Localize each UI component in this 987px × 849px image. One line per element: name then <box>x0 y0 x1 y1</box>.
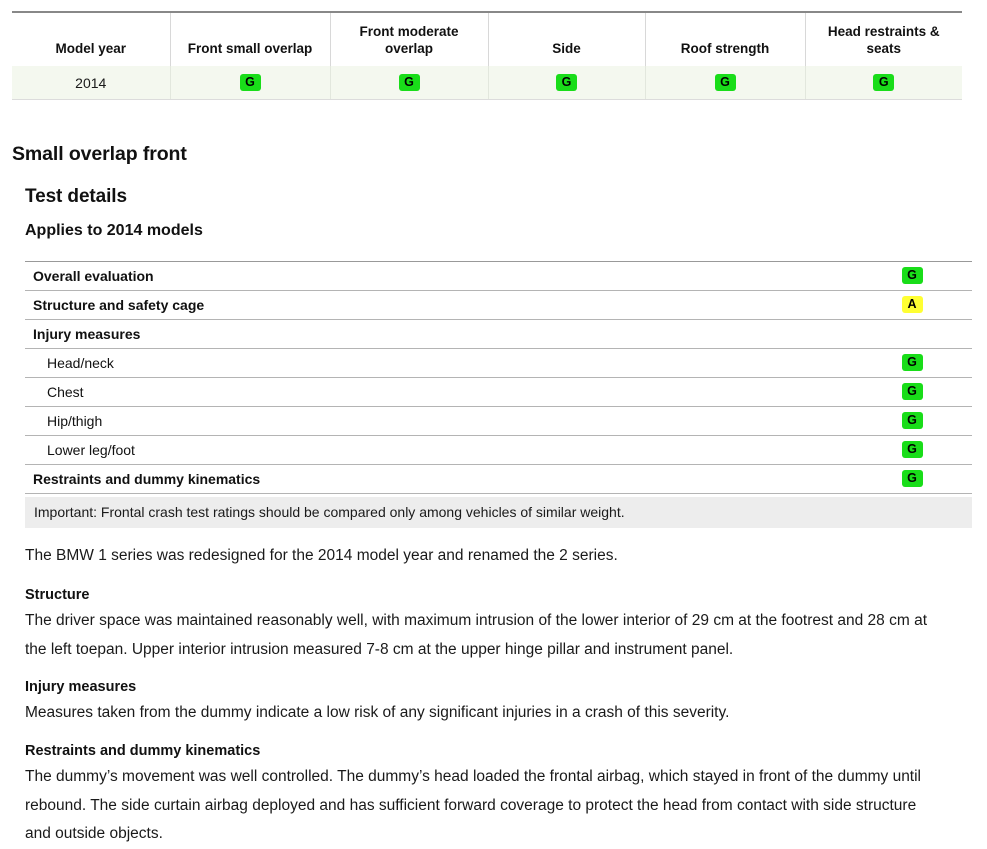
detail-row-label: Head/neck <box>25 348 852 378</box>
cell-side: G <box>487 66 645 100</box>
detail-row-label: Structure and safety cage <box>25 290 852 320</box>
summary-header-row: Model year Front small overlap Front mod… <box>12 12 962 66</box>
important-note: Important: Frontal crash test ratings sh… <box>25 497 972 528</box>
test-details-body: Overall evaluation G Structure and safety … <box>25 261 972 494</box>
table-row: Injury measures <box>25 319 972 349</box>
detail-row-label: Restraints and dummy kinematics <box>25 464 852 494</box>
table-row: Overall evaluation G <box>25 261 972 291</box>
restraints-heading: Restraints and dummy kinematics <box>25 743 261 759</box>
cell-model-year: 2014 <box>12 66 170 100</box>
cell-head-restraints-seats: G <box>804 66 962 100</box>
rating-badge: A <box>901 296 923 314</box>
cell-front-small-overlap: G <box>169 66 330 100</box>
rating-badge-roof-strength: G <box>714 74 736 92</box>
table-row: Hip/thigh G <box>25 406 972 436</box>
rating-badge: G <box>901 470 923 488</box>
detail-row-label: Chest <box>25 377 852 407</box>
restraints-block: Restraints and dummy kinematics The dumm… <box>25 739 945 849</box>
structure-block: Structure The driver space was maintaine… <box>25 583 945 664</box>
structure-paragraph: The driver space was maintained reasonab… <box>25 612 927 658</box>
injury-measures-heading: Injury measures <box>25 679 137 695</box>
column-header-side: Side <box>487 12 645 66</box>
detail-row-label: Hip/thigh <box>25 406 852 436</box>
table-row: Lower leg/foot G <box>25 435 972 465</box>
detail-row-rating-cell <box>852 319 972 349</box>
summary-ratings-table: Model year Front small overlap Front mod… <box>12 11 962 100</box>
rating-badge-front-moderate-overlap: G <box>398 74 420 92</box>
detail-row-rating-cell: G <box>852 261 972 291</box>
applies-to-label: Applies to 2014 models <box>25 222 203 239</box>
detail-row-rating-cell: G <box>852 435 972 465</box>
intro-block: The BMW 1 series was redesigned for the … <box>25 542 945 571</box>
detail-row-rating-cell: G <box>852 406 972 436</box>
detail-row-rating-cell: G <box>852 348 972 378</box>
column-header-front-moderate-overlap: Front moderate overlap <box>329 12 488 66</box>
detail-row-label: Overall evaluation <box>25 261 852 291</box>
subsection-title: Test details <box>25 186 127 207</box>
rating-badge-side: G <box>556 74 577 92</box>
column-header-head-restraints-seats: Head restraints & seats <box>804 12 962 66</box>
column-header-roof-strength: Roof strength <box>644 12 805 66</box>
detail-row-rating-cell: A <box>852 290 972 320</box>
rating-badge: G <box>901 441 923 459</box>
table-row: Structure and safety cage A <box>25 290 972 320</box>
detail-row-rating-cell: G <box>852 377 972 407</box>
detail-row-rating-cell: G <box>852 464 972 494</box>
crash-test-ratings-page: Model year Front small overlap Front mod… <box>0 0 987 849</box>
rating-badge: G <box>901 267 923 285</box>
test-details-table: Overall evaluation G Structure and safety … <box>25 261 972 494</box>
column-header-front-small-overlap: Front small overlap <box>169 12 330 66</box>
rating-badge: G <box>901 354 923 372</box>
table-row: Chest G <box>25 377 972 407</box>
detail-row-label: Injury measures <box>25 319 852 349</box>
rating-badge: G <box>901 383 923 401</box>
injury-measures-block: Injury measures Measures taken from the … <box>25 675 945 728</box>
rating-badge: G <box>901 412 923 430</box>
intro-paragraph: The BMW 1 series was redesigned for the … <box>25 547 618 564</box>
structure-heading: Structure <box>25 587 90 603</box>
injury-measures-paragraph: Measures taken from the dummy indicate a… <box>25 704 730 721</box>
page-title: Small overlap front <box>12 143 187 165</box>
cell-roof-strength: G <box>644 66 805 100</box>
rating-badge-head-restraints-seats: G <box>873 74 895 92</box>
cell-front-moderate-overlap: G <box>329 66 488 100</box>
table-row: Head/neck G <box>25 348 972 378</box>
restraints-paragraph: The dummy’s movement was well controlled… <box>25 768 922 842</box>
table-row: Restraints and dummy kinematics G <box>25 464 972 494</box>
table-row: 2014 G G G G G <box>12 66 962 100</box>
detail-row-label: Lower leg/foot <box>25 435 852 465</box>
important-note-text: Important: Frontal crash test ratings sh… <box>34 504 625 520</box>
rating-badge-front-small-overlap: G <box>239 74 261 92</box>
column-header-model-year: Model year <box>12 12 170 66</box>
